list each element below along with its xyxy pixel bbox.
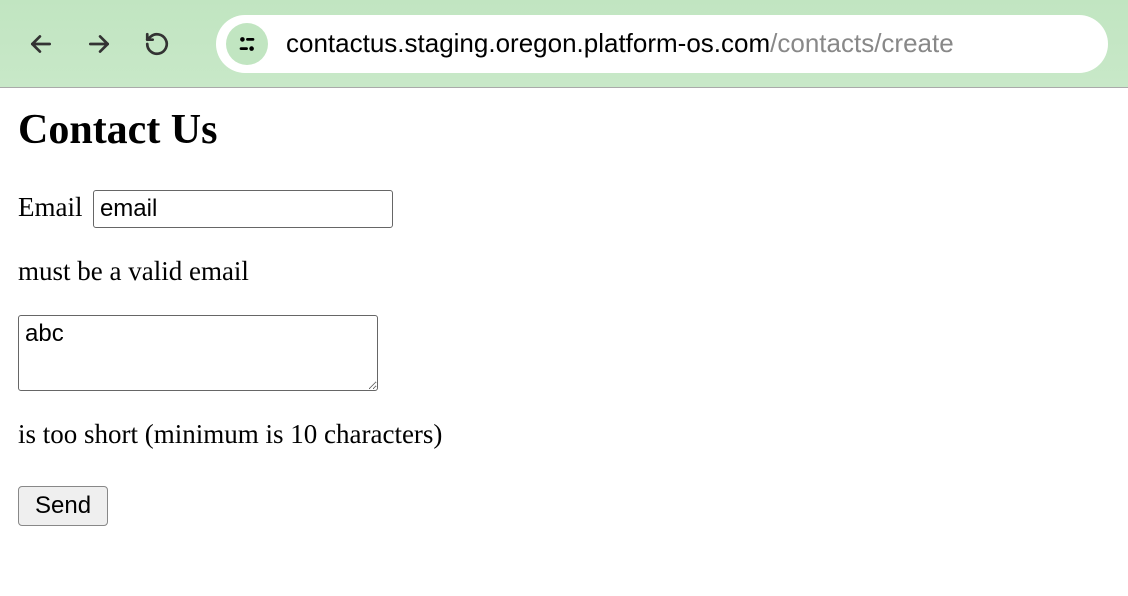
back-button[interactable] xyxy=(20,23,62,65)
arrow-right-icon xyxy=(86,31,112,57)
reload-icon xyxy=(144,31,170,57)
message-textarea[interactable] xyxy=(18,315,378,391)
email-label: Email xyxy=(18,192,82,222)
email-input[interactable] xyxy=(93,190,393,228)
browser-toolbar: contactus.staging.oregon.platform-os.com… xyxy=(0,0,1128,88)
site-settings-icon[interactable] xyxy=(226,23,268,65)
forward-button[interactable] xyxy=(78,23,120,65)
address-bar[interactable]: contactus.staging.oregon.platform-os.com… xyxy=(216,15,1108,73)
url-path: /contacts/create xyxy=(770,28,954,58)
url-text: contactus.staging.oregon.platform-os.com… xyxy=(286,28,954,59)
arrow-left-icon xyxy=(28,31,54,57)
reload-button[interactable] xyxy=(136,23,178,65)
tune-icon xyxy=(236,33,258,55)
page-title: Contact Us xyxy=(18,106,1110,154)
page-content: Contact Us Email must be a valid email i… xyxy=(0,88,1128,544)
send-button[interactable]: Send xyxy=(18,486,108,526)
email-row: Email xyxy=(18,190,1110,228)
email-error: must be a valid email xyxy=(18,256,1110,287)
url-domain: contactus.staging.oregon.platform-os.com xyxy=(286,28,770,58)
message-error: is too short (minimum is 10 characters) xyxy=(18,419,1110,450)
